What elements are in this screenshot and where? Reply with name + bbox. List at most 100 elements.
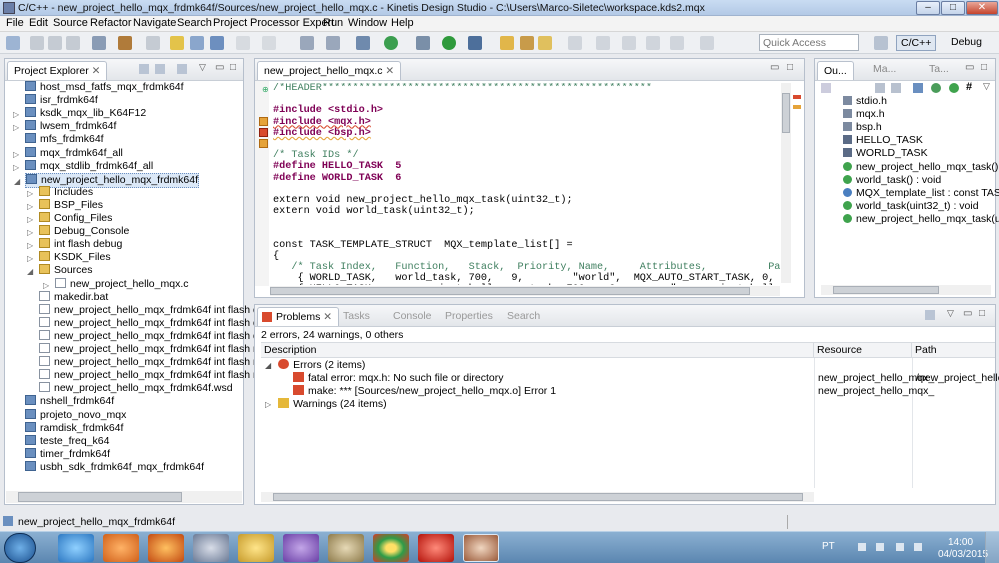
problem-row[interactable]: make: *** [Sources/new_project_hello_mqx… — [293, 385, 556, 398]
collapsed-arrow-icon[interactable]: ▷ — [13, 148, 19, 161]
close-icon[interactable]: ✕ — [92, 65, 101, 77]
collapsed-arrow-icon[interactable]: ▷ — [43, 279, 49, 292]
warning-ruler-mark[interactable] — [793, 105, 801, 109]
outline-item[interactable]: world_task() : void — [843, 174, 941, 187]
collapsed-arrow-icon[interactable]: ▷ — [27, 213, 33, 226]
column-resource[interactable]: Resource — [814, 343, 912, 358]
comment-icon[interactable] — [236, 36, 250, 50]
tree-item[interactable]: ◢ Sources — [27, 264, 93, 277]
collapsed-arrow-icon[interactable]: ▷ — [27, 187, 33, 200]
tree-item[interactable]: projeto_novo_mqx — [25, 408, 126, 422]
scroll-thumb[interactable] — [833, 286, 939, 294]
perspective-cpp-button[interactable]: C/C++ — [896, 35, 937, 51]
network-icon[interactable] — [896, 543, 904, 551]
hide-static-icon[interactable] — [913, 83, 923, 93]
outline-item[interactable]: stdio.h — [843, 95, 887, 108]
tab-task-list[interactable]: Ta... — [929, 63, 949, 75]
minimize-view-icon[interactable]: ▭ — [965, 62, 974, 73]
problem-row[interactable]: fatal error: mqx.h: No such file or dire… — [293, 372, 504, 385]
collapsed-arrow-icon[interactable]: ▷ — [27, 252, 33, 265]
scroll-thumb[interactable] — [270, 287, 750, 295]
menu-search[interactable]: Search — [177, 17, 212, 29]
minimize-view-icon[interactable]: ▭ — [963, 308, 972, 319]
menu-project[interactable]: Project — [213, 17, 247, 29]
collapse-all-icon[interactable] — [139, 64, 149, 74]
collapsed-arrow-icon[interactable]: ▷ — [27, 200, 33, 213]
save-all-icon[interactable] — [48, 36, 62, 50]
outline-item[interactable]: world_task(uint32_t) : void — [843, 200, 979, 213]
tree-item[interactable]: ▷ Config_Files — [27, 212, 112, 225]
pin-icon[interactable] — [700, 36, 714, 50]
tree-item[interactable]: host_msd_fatfs_mqx_frdmk64f — [25, 81, 184, 94]
expand-arrow-icon[interactable]: ◢ — [265, 361, 271, 370]
tree-item[interactable]: new_project_hello_mqx_frdmk64f int flash… — [39, 316, 282, 330]
close-button[interactable]: ✕ — [966, 1, 998, 15]
collapsed-arrow-icon[interactable]: ▷ — [13, 108, 19, 121]
collapsed-arrow-icon[interactable]: ▷ — [27, 239, 33, 252]
code-area[interactable]: /*HEADER********************************… — [273, 83, 781, 285]
column-path[interactable]: Path — [912, 343, 995, 358]
tree-item[interactable]: new_project_hello_mqx_frdmk64f int flash… — [39, 369, 287, 382]
editor-horizontal-scrollbar[interactable] — [270, 286, 780, 296]
internet-explorer-icon[interactable] — [58, 534, 94, 562]
menu-source[interactable]: Source — [53, 17, 88, 29]
tree-item[interactable]: ▷ BSP_Files — [27, 198, 103, 212]
tree-item[interactable]: new_project_hello_mqx_frdmk64f.wsd — [39, 382, 233, 395]
kds-icon[interactable] — [463, 534, 499, 562]
fold-icon[interactable]: ⊕ — [262, 85, 269, 94]
maximize-view-icon[interactable]: □ — [787, 62, 793, 73]
collapsed-arrow-icon[interactable]: ▷ — [27, 226, 33, 239]
acrobat-icon[interactable] — [418, 534, 454, 562]
link-editor-icon[interactable] — [155, 64, 165, 74]
close-icon[interactable]: ✕ — [323, 311, 332, 323]
search-tool-icon[interactable] — [262, 36, 276, 50]
pointer-icon[interactable] — [190, 36, 204, 50]
warnings-group-row[interactable]: ▷ Warnings (24 items) — [265, 398, 387, 411]
show-desktop-button[interactable] — [985, 532, 999, 563]
sort-icon[interactable] — [875, 83, 885, 93]
marker-icon[interactable] — [538, 36, 552, 50]
tab-properties[interactable]: Properties — [441, 307, 497, 326]
tree-item[interactable]: ▷ KSDK_Files — [27, 251, 111, 264]
tree-item[interactable]: new_project_hello_mqx_frdmk64f int flash… — [39, 329, 282, 343]
file-explorer-icon[interactable] — [238, 534, 274, 562]
tab-make-targets[interactable]: Ma... — [873, 63, 896, 75]
refresh-icon[interactable] — [384, 36, 398, 50]
processor-icon[interactable] — [300, 36, 314, 50]
menu-navigate[interactable]: Navigate — [133, 17, 176, 29]
filter-icon[interactable] — [177, 64, 187, 74]
tree-item[interactable]: mfs_frdmk64f — [25, 133, 104, 146]
scroll-thumb[interactable] — [18, 492, 182, 502]
language-indicator[interactable]: PT — [822, 541, 835, 552]
prev-annotation-icon[interactable] — [596, 36, 610, 50]
tree-item[interactable]: new_project_hello_mqx_frdmk64f int flash… — [39, 356, 287, 369]
chrome-icon[interactable] — [373, 534, 409, 562]
media-player-icon[interactable] — [103, 534, 139, 562]
error-ruler-mark[interactable] — [793, 95, 801, 99]
view-menu-icon[interactable]: ▽ — [199, 62, 206, 73]
tree-item[interactable]: ▷ lwsem_frdmk64f — [13, 120, 116, 133]
outline-horizontal-scrollbar[interactable] — [821, 285, 991, 295]
maximize-view-icon[interactable]: □ — [230, 62, 236, 73]
maximize-view-icon[interactable]: □ — [981, 62, 987, 73]
tab-project-explorer[interactable]: Project Explorer ✕ — [7, 61, 108, 80]
firefox-icon[interactable] — [148, 534, 184, 562]
clean-icon[interactable] — [146, 36, 160, 50]
volume-icon[interactable] — [914, 543, 922, 551]
tree-item[interactable]: nshell_frdmk64f — [25, 395, 114, 408]
back-icon[interactable] — [622, 36, 636, 50]
scroll-thumb[interactable] — [273, 493, 803, 501]
hide-inactive-icon[interactable] — [949, 83, 959, 93]
config-icon[interactable] — [356, 36, 370, 50]
tab-search[interactable]: Search — [503, 307, 544, 326]
minimize-view-icon[interactable]: ▭ — [215, 62, 224, 73]
focus-icon[interactable] — [925, 310, 935, 320]
collapsed-arrow-icon[interactable]: ▷ — [13, 121, 19, 134]
tab-tasks[interactable]: Tasks — [339, 307, 374, 326]
view-menu-icon[interactable]: ▽ — [983, 81, 990, 92]
maximize-button[interactable]: □ — [941, 1, 965, 15]
hash-icon[interactable]: # — [966, 81, 972, 93]
tree-item[interactable]: teste_freq_k64 — [25, 434, 109, 448]
forward-icon[interactable] — [646, 36, 660, 50]
outline-item[interactable]: WORLD_TASK — [843, 147, 928, 160]
